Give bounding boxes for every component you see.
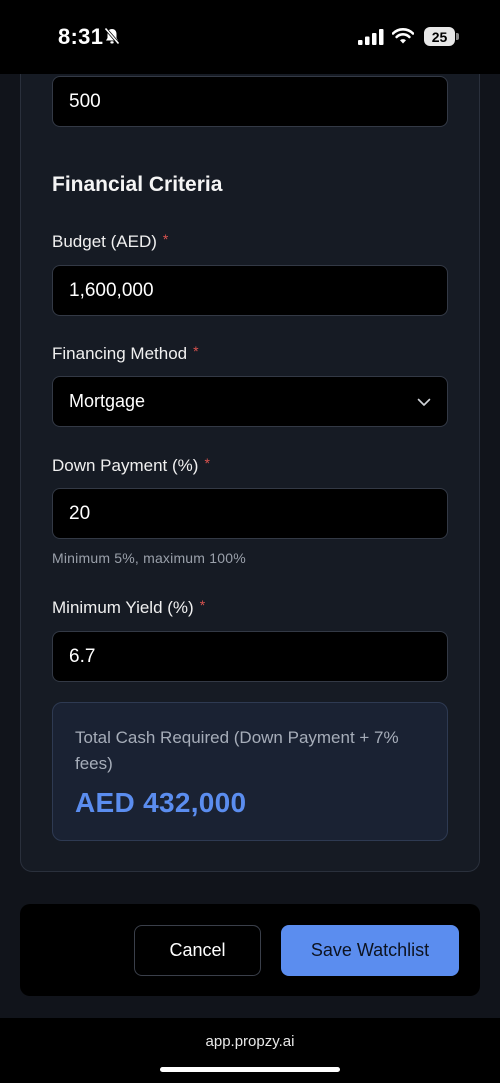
down-payment-input[interactable]: 20: [52, 488, 448, 539]
minimum-yield-input[interactable]: 6.7: [52, 631, 448, 682]
down-payment-label: Down Payment (%) *: [52, 455, 210, 476]
required-asterisk: *: [162, 231, 169, 247]
browser-url-bar: app.propzy.ai: [0, 1018, 500, 1083]
form-actions-bar: Cancel Save Watchlist: [20, 904, 480, 996]
page-content: 500 Financial Criteria Budget (AED) * 1,6…: [0, 74, 500, 1018]
financing-method-value: Mortgage: [69, 391, 146, 411]
budget-input[interactable]: 1,600,000: [52, 265, 448, 316]
budget-label: Budget (AED) *: [52, 231, 168, 252]
total-cash-label: Total Cash Required (Down Payment + 7% f…: [75, 728, 399, 773]
wifi-icon: [391, 27, 415, 50]
minimum-yield-input-value: 6.7: [69, 645, 96, 667]
minimum-yield-label-text: Minimum Yield (%): [52, 598, 194, 617]
browser-url[interactable]: app.propzy.ai: [0, 1033, 500, 1050]
top-number-input-value: 500: [69, 90, 101, 112]
down-payment-label-text: Down Payment (%): [52, 456, 199, 475]
financing-method-label-text: Financing Method: [52, 344, 188, 363]
top-number-input[interactable]: 500: [52, 76, 448, 127]
required-asterisk: *: [204, 455, 210, 471]
save-watchlist-button[interactable]: Save Watchlist: [281, 925, 459, 976]
status-bar: 8:31 25: [0, 0, 500, 74]
budget-input-value: 1,600,000: [69, 279, 154, 301]
down-payment-input-value: 20: [69, 502, 91, 524]
required-asterisk: *: [199, 597, 206, 613]
financing-method-select[interactable]: Mortgage: [52, 376, 448, 427]
total-cash-summary: Total Cash Required (Down Payment + 7% f…: [52, 702, 448, 841]
battery-tip: [456, 33, 459, 40]
minimum-yield-label: Minimum Yield (%) *: [52, 597, 205, 618]
signal-icon: [358, 29, 384, 50]
home-indicator[interactable]: [160, 1067, 340, 1072]
budget-label-text: Budget (AED): [52, 232, 157, 251]
cancel-button[interactable]: Cancel: [134, 925, 261, 976]
battery-icon: 25: [424, 27, 455, 46]
chevron-down-icon: [417, 391, 431, 412]
section-title-financial-criteria: Financial Criteria: [52, 173, 223, 196]
status-time: 8:31: [58, 24, 104, 49]
bell-slash-icon: [104, 27, 120, 50]
financing-method-label: Financing Method *: [52, 343, 199, 364]
down-payment-hint: Minimum 5%, maximum 100%: [52, 550, 246, 566]
required-asterisk: *: [193, 343, 199, 359]
total-cash-value: AED 432,000: [75, 787, 247, 818]
